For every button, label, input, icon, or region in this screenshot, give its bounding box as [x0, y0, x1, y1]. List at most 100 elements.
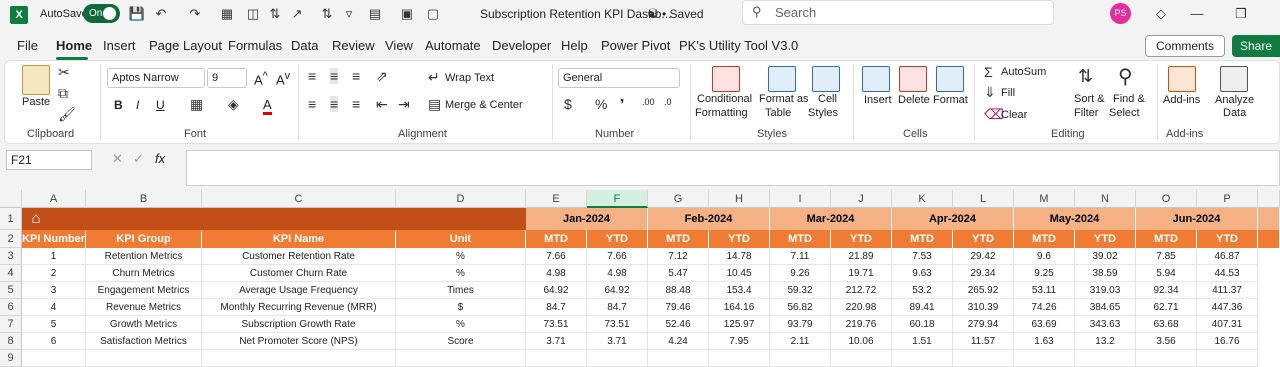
kpi-name-cell[interactable]: Customer Retention Rate	[202, 248, 396, 265]
row-header-4[interactable]: 4	[0, 265, 22, 282]
column-header-l[interactable]: L	[953, 190, 1014, 208]
ytd-value-cell[interactable]: 212.72	[831, 282, 892, 299]
share-button[interactable]: Share	[1232, 35, 1280, 57]
underline-icon[interactable]: U	[156, 98, 165, 112]
sort-filter-label-1[interactable]: Sort &	[1074, 93, 1105, 105]
mtd-value-cell[interactable]: 9.6	[1014, 248, 1075, 265]
column-header-p[interactable]: P	[1197, 190, 1258, 208]
menu-data[interactable]: Data	[291, 38, 318, 53]
mtd-value-cell[interactable]: 63.68	[1136, 316, 1197, 333]
mtd-value-cell[interactable]: 89.41	[892, 299, 953, 316]
mtd-value-cell[interactable]: 4.98	[526, 265, 587, 282]
unit-cell[interactable]: %	[396, 316, 526, 333]
cut-icon[interactable]: ✂	[58, 64, 70, 81]
delete-cells-label[interactable]: Delete	[898, 94, 930, 106]
insert-cells-icon[interactable]	[862, 66, 890, 92]
increase-font-icon[interactable]: A^	[254, 70, 268, 87]
mtd-value-cell[interactable]: 60.18	[892, 316, 953, 333]
kpi-group-cell[interactable]: Satisfaction Metrics	[86, 333, 202, 350]
ytd-value-cell[interactable]: 3.71	[587, 333, 648, 350]
row-header-3[interactable]: 3	[0, 248, 22, 265]
kpi-number-cell[interactable]: 3	[22, 282, 86, 299]
cell-styles-icon[interactable]	[812, 66, 840, 92]
enter-icon[interactable]: ✓	[133, 151, 144, 167]
comments-button[interactable]: Comments	[1145, 35, 1225, 57]
font-size-dropdown[interactable]: 9	[207, 68, 247, 88]
row-header-7[interactable]: 7	[0, 316, 22, 333]
conditional-formatting-label-1[interactable]: Conditional	[697, 93, 752, 105]
row-header-8[interactable]: 8	[0, 333, 22, 350]
format-as-table-label-2[interactable]: Table	[765, 107, 791, 119]
ytd-value-cell[interactable]: 29.34	[953, 265, 1014, 282]
row-header-6[interactable]: 6	[0, 299, 22, 316]
kpi-group-cell[interactable]: Growth Metrics	[86, 316, 202, 333]
column-header-m[interactable]: M	[1014, 190, 1075, 208]
mtd-value-cell[interactable]: 79.46	[648, 299, 709, 316]
column-header-partial[interactable]	[1258, 190, 1280, 208]
ytd-value-cell[interactable]: 4.98	[587, 265, 648, 282]
unit-cell[interactable]: Score	[396, 333, 526, 350]
format-painter-icon[interactable]: 🖌	[58, 106, 76, 123]
sort-filter-label-2[interactable]: Filter	[1074, 107, 1098, 119]
ytd-value-cell[interactable]: 219.76	[831, 316, 892, 333]
kpi-number-cell[interactable]: 5	[22, 316, 86, 333]
borders-icon[interactable]: ▦	[190, 96, 203, 113]
ytd-value-cell[interactable]: 220.98	[831, 299, 892, 316]
ytd-value-cell[interactable]: 10.45	[709, 265, 770, 282]
kpi-number-cell[interactable]: 1	[22, 248, 86, 265]
mtd-value-cell[interactable]: 62.71	[1136, 299, 1197, 316]
italic-icon[interactable]: I	[136, 98, 139, 112]
mtd-value-cell[interactable]: 74.26	[1014, 299, 1075, 316]
mtd-value-cell[interactable]: 2.11	[770, 333, 831, 350]
mtd-value-cell[interactable]: 5.47	[648, 265, 709, 282]
format-cells-label[interactable]: Format	[933, 94, 968, 106]
ytd-value-cell[interactable]: 279.94	[953, 316, 1014, 333]
align-bottom-icon[interactable]: ≡	[352, 68, 360, 84]
wrap-text-button[interactable]: Wrap Text	[445, 72, 494, 84]
column-header-f[interactable]: F	[587, 190, 648, 208]
ytd-value-cell[interactable]: 73.51	[587, 316, 648, 333]
merge-center-button[interactable]: Merge & Center	[445, 99, 523, 111]
column-header-h[interactable]: H	[709, 190, 770, 208]
ytd-value-cell[interactable]: 310.39	[953, 299, 1014, 316]
analyze-data-label-1[interactable]: Analyze	[1215, 94, 1254, 106]
mtd-value-cell[interactable]: 3.71	[526, 333, 587, 350]
find-select-icon[interactable]: ⚲	[1118, 64, 1133, 89]
mtd-value-cell[interactable]: 56.82	[770, 299, 831, 316]
unit-cell[interactable]: $	[396, 299, 526, 316]
column-header-n[interactable]: N	[1075, 190, 1136, 208]
share-icon[interactable]: ↗	[288, 5, 306, 23]
diamond-icon[interactable]: ◇	[1152, 5, 1170, 23]
mtd-value-cell[interactable]: 9.63	[892, 265, 953, 282]
kpi-number-cell[interactable]: 2	[22, 265, 86, 282]
fill-color-icon[interactable]: ◈	[228, 96, 239, 113]
orientation-icon[interactable]: ⇗	[376, 68, 388, 85]
fill-icon[interactable]: ⇓	[984, 84, 996, 101]
paste-label[interactable]: Paste	[22, 96, 50, 108]
empty-cell[interactable]	[892, 350, 953, 367]
mtd-value-cell[interactable]: 63.69	[1014, 316, 1075, 333]
borders-icon[interactable]: ▦	[218, 5, 236, 23]
delete-cells-icon[interactable]	[899, 66, 927, 92]
column-header-d[interactable]: D	[396, 190, 526, 208]
kpi-number-cell[interactable]: 4	[22, 299, 86, 316]
menu-file[interactable]: File	[17, 38, 38, 53]
user-avatar[interactable]: PS	[1110, 3, 1131, 24]
kpi-group-cell[interactable]: Churn Metrics	[86, 265, 202, 282]
number-format-dropdown[interactable]: General	[558, 68, 680, 88]
empty-cell[interactable]	[648, 350, 709, 367]
kpi-group-cell[interactable]: Revenue Metrics	[86, 299, 202, 316]
mtd-value-cell[interactable]: 64.92	[526, 282, 587, 299]
calculator-icon[interactable]: ▤	[366, 5, 384, 23]
minimize-icon[interactable]: —	[1188, 5, 1206, 23]
ytd-value-cell[interactable]: 39.02	[1075, 248, 1136, 265]
cancel-icon[interactable]: ✕	[112, 151, 123, 167]
currency-icon[interactable]: $	[564, 96, 572, 112]
autosave-toggle[interactable]: On	[83, 4, 120, 23]
empty-cell[interactable]	[1197, 350, 1258, 367]
increase-decimal-icon[interactable]: .00	[642, 97, 655, 107]
decrease-indent-icon[interactable]: ⇤	[376, 96, 388, 113]
redo-icon[interactable]: ↷	[186, 5, 204, 23]
empty-cell[interactable]	[86, 350, 202, 367]
kpi-group-cell[interactable]: Retention Metrics	[86, 248, 202, 265]
